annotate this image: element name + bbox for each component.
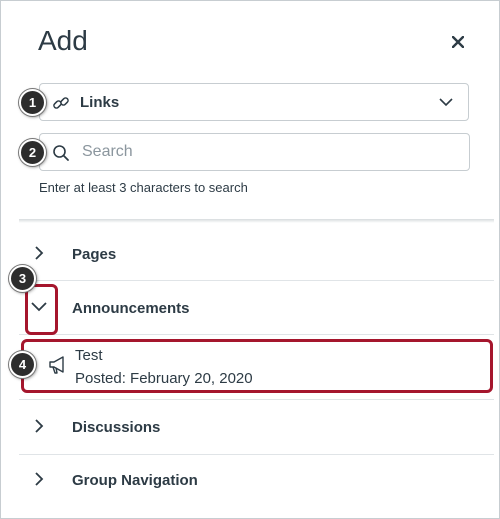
announcement-date: Posted: February 20, 2020 xyxy=(75,370,253,387)
callout-badge-3: 3 xyxy=(9,265,36,292)
add-link-panel: Add Links Enter at least 3 characters to… xyxy=(0,0,500,519)
divider xyxy=(19,219,494,223)
section-discussions[interactable]: Discussions xyxy=(19,399,494,455)
chevron-right-icon xyxy=(35,472,44,486)
megaphone-icon xyxy=(49,356,64,374)
chevron-down-icon xyxy=(31,302,47,312)
section-label: Announcements xyxy=(72,300,190,317)
section-announcements[interactable]: Announcements xyxy=(19,281,494,335)
section-pages[interactable]: Pages xyxy=(19,225,494,281)
panel-title: Add xyxy=(38,25,88,56)
announcement-title: Test xyxy=(75,347,103,364)
chevron-right-icon xyxy=(35,246,44,260)
chevron-down-icon xyxy=(439,98,453,107)
callout-badge-4: 4 xyxy=(9,351,36,378)
callout-badge-1: 1 xyxy=(19,89,46,116)
chevron-right-icon xyxy=(35,419,44,433)
search-input[interactable] xyxy=(80,142,454,162)
close-button[interactable] xyxy=(447,31,469,53)
callout-badge-2: 2 xyxy=(19,139,46,166)
search-hint: Enter at least 3 characters to search xyxy=(39,180,248,195)
close-icon xyxy=(452,36,464,48)
link-icon xyxy=(53,97,69,109)
section-group-navigation[interactable]: Group Navigation xyxy=(19,455,494,509)
search-field xyxy=(39,133,470,171)
link-type-label: Links xyxy=(80,93,120,111)
announcement-item-test[interactable]: Test Posted: February 20, 2020 xyxy=(19,339,494,393)
section-label: Group Navigation xyxy=(72,472,198,489)
section-label: Discussions xyxy=(72,419,161,436)
section-label: Pages xyxy=(72,246,117,263)
search-icon xyxy=(53,145,69,161)
link-type-select[interactable]: Links xyxy=(39,83,469,121)
